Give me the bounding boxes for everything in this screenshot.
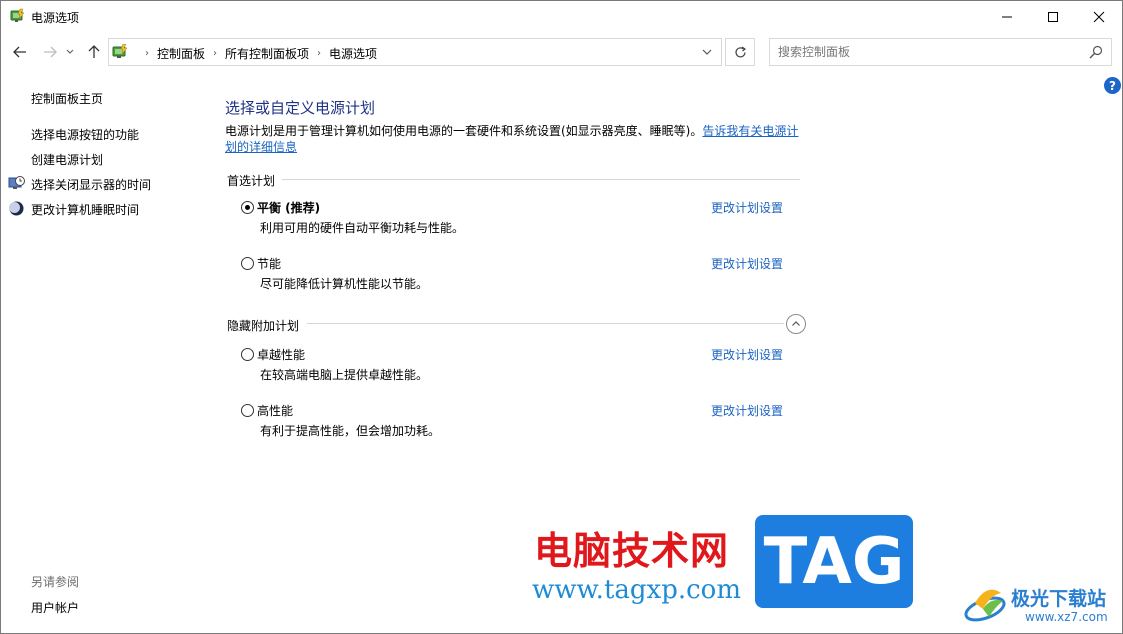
breadcrumb-separator-icon[interactable]: › [145, 48, 149, 59]
breadcrumb-separator-icon[interactable]: › [213, 48, 217, 59]
plan-high-performance-name[interactable]: 高性能 [257, 402, 293, 419]
control-panel-home-link[interactable]: 控制面板主页 [31, 90, 103, 107]
watermark-site-url: www.tagxp.com [532, 575, 741, 605]
control-panel-icon [112, 44, 128, 58]
plan-power-saver-description: 尽可能降低计算机性能以节能。 [260, 277, 429, 291]
plan-power-saver: 节能 尽可能降低计算机性能以节能。 更改计划设置 [241, 254, 811, 294]
left-navigation-pane: 控制面板主页 选择电源按钮的功能 创建电源计划 选择关闭显示器的时间 更改计算机… [1, 69, 211, 633]
breadcrumb-all-items[interactable]: 所有控制面板项 [225, 45, 309, 62]
close-button[interactable] [1076, 1, 1122, 32]
plan-power-saver-radio[interactable] [241, 257, 254, 270]
maximize-icon [1048, 11, 1058, 22]
hidden-plans-heading: 隐藏附加计划 [227, 319, 300, 333]
plan-ultimate-performance-settings-link[interactable]: 更改计划设置 [711, 346, 783, 363]
search-icon[interactable] [1089, 45, 1103, 59]
help-button[interactable]: ? [1104, 77, 1121, 94]
back-button[interactable] [9, 41, 31, 63]
recent-locations-button[interactable] [63, 41, 77, 63]
refresh-icon [734, 46, 746, 57]
plan-ultimate-performance-radio[interactable] [241, 348, 254, 361]
plan-balanced-description: 利用可用的硬件自动平衡功耗与性能。 [260, 221, 465, 235]
arrow-right-icon [44, 46, 57, 58]
plan-power-saver-name[interactable]: 节能 [257, 255, 281, 272]
forward-button[interactable] [39, 41, 61, 63]
see-also-heading: 另请参阅 [31, 575, 80, 589]
refresh-button[interactable] [725, 38, 755, 66]
plan-high-performance: 高性能 有利于提高性能，但会增加功耗。 更改计划设置 [241, 401, 811, 441]
monitor-clock-icon [8, 176, 25, 189]
chevron-down-icon [66, 49, 74, 54]
arrow-up-icon [88, 45, 100, 58]
search-box [769, 38, 1112, 66]
power-button-function-link[interactable]: 选择电源按钮的功能 [31, 126, 139, 143]
aurora-logo-icon [964, 589, 1006, 622]
power-options-window: 电源选项 › 控制面板 › 所有控制面板项 › 电源选项 搜索控制面板 ? 控制… [0, 0, 1123, 634]
watermark-site-name: 电脑技术网 [534, 529, 730, 573]
page-description: 电源计划是用于管理计算机如何使用电源的一套硬件和系统设置(如显示器亮度、睡眠等)… [225, 123, 801, 155]
description-text: 电源计划是用于管理计算机如何使用电源的一套硬件和系统设置(如显示器亮度、睡眠等)… [225, 124, 703, 138]
watermark-partner-name: 极光下载站 [1011, 588, 1107, 610]
watermark-partner-url: www.xz7.com [1025, 610, 1108, 624]
plan-power-saver-settings-link[interactable]: 更改计划设置 [711, 255, 783, 272]
preferred-plans-divider [282, 179, 800, 180]
hidden-plans-divider [307, 323, 784, 324]
breadcrumb-control-panel[interactable]: 控制面板 [157, 45, 205, 62]
breadcrumb-separator-icon[interactable]: › [317, 48, 321, 59]
plan-balanced-settings-link[interactable]: 更改计划设置 [711, 199, 783, 216]
address-bar[interactable]: › 控制面板 › 所有控制面板项 › 电源选项 [108, 38, 722, 66]
plan-balanced-name[interactable]: 平衡 (推荐) [257, 199, 320, 216]
page-title: 选择或自定义电源计划 [225, 99, 376, 117]
close-icon [1093, 11, 1105, 22]
plan-ultimate-performance-name[interactable]: 卓越性能 [257, 346, 305, 363]
plan-high-performance-description: 有利于提高性能，但会增加功耗。 [260, 424, 441, 438]
search-input[interactable] [778, 43, 1078, 61]
watermark-tag-logo: TAG [755, 515, 913, 608]
sleep-time-link[interactable]: 更改计算机睡眠时间 [31, 201, 139, 218]
plan-high-performance-settings-link[interactable]: 更改计划设置 [711, 402, 783, 419]
power-options-icon [10, 8, 25, 22]
preferred-plans-heading: 首选计划 [227, 174, 276, 188]
chevron-up-icon [792, 321, 800, 326]
create-power-plan-link[interactable]: 创建电源计划 [31, 151, 103, 168]
title-bar: 电源选项 [1, 1, 1122, 32]
navigation-bar: › 控制面板 › 所有控制面板项 › 电源选项 [1, 35, 1122, 69]
moon-sleep-icon [9, 201, 24, 216]
plan-ultimate-performance-description: 在较高端电脑上提供卓越性能。 [260, 368, 429, 382]
display-off-time-link[interactable]: 选择关闭显示器的时间 [31, 176, 151, 193]
hidden-plans-collapse-button[interactable] [786, 314, 806, 334]
arrow-left-icon [13, 46, 26, 58]
minimize-icon [1002, 16, 1012, 17]
plan-balanced: 平衡 (推荐) 利用可用的硬件自动平衡功耗与性能。 更改计划设置 [241, 198, 811, 238]
minimize-button[interactable] [984, 1, 1030, 32]
maximize-button[interactable] [1030, 1, 1076, 32]
breadcrumb: › 控制面板 › 所有控制面板项 › 电源选项 [137, 45, 377, 62]
plan-ultimate-performance: 卓越性能 在较高端电脑上提供卓越性能。 更改计划设置 [241, 345, 811, 385]
plan-high-performance-radio[interactable] [241, 404, 254, 417]
user-accounts-link[interactable]: 用户帐户 [31, 599, 79, 616]
up-button[interactable] [83, 41, 105, 63]
window-title: 电源选项 [31, 11, 80, 25]
plan-balanced-radio[interactable] [241, 201, 254, 214]
breadcrumb-power-options[interactable]: 电源选项 [329, 45, 377, 62]
chevron-down-icon[interactable] [701, 46, 713, 58]
